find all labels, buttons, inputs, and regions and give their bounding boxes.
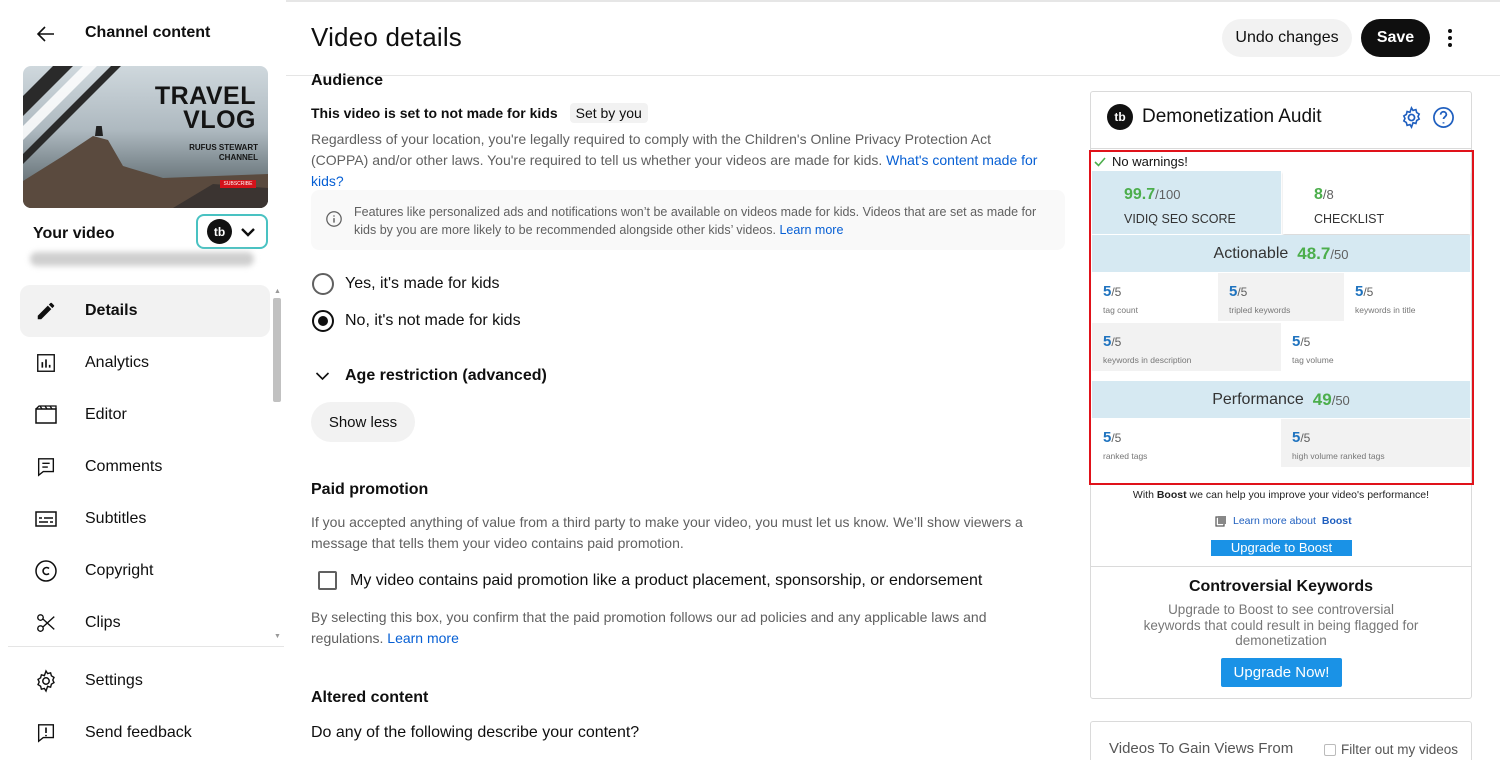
paid-promotion-checkbox-row[interactable]: My video contains paid promotion like a … bbox=[318, 571, 982, 590]
vidiq-header-divider bbox=[1091, 148, 1471, 149]
kids-status-row: This video is set to not made for kids S… bbox=[311, 103, 648, 123]
radio-button-selected[interactable] bbox=[312, 310, 334, 332]
nav-label: Comments bbox=[85, 458, 163, 475]
nav-label: Analytics bbox=[85, 354, 150, 371]
radio-made-for-kids-yes[interactable]: Yes, it's made for kids bbox=[312, 273, 500, 295]
blurred-video-title bbox=[30, 252, 254, 266]
gear-icon[interactable] bbox=[1400, 106, 1423, 129]
age-restriction-label: Age restriction (advanced) bbox=[345, 367, 547, 384]
header-divider bbox=[286, 75, 1500, 76]
boost-promo-text: With Boost we can help you improve your … bbox=[1132, 489, 1430, 501]
copyright-icon bbox=[34, 559, 58, 583]
chevron-down-icon bbox=[241, 227, 255, 237]
page-title: Video details bbox=[311, 22, 463, 52]
nav-label: Editor bbox=[85, 406, 127, 423]
scissors-icon bbox=[34, 611, 58, 635]
upgrade-to-boost-button[interactable]: Upgrade to Boost bbox=[1211, 540, 1352, 556]
save-button[interactable]: Save bbox=[1361, 19, 1430, 57]
comments-icon bbox=[34, 455, 58, 479]
nav-analytics[interactable]: Analytics bbox=[20, 337, 270, 389]
nav-send-feedback[interactable]: Send feedback bbox=[20, 707, 270, 759]
tubebuddy-logo-icon: tb bbox=[207, 219, 232, 244]
upgrade-now-button[interactable]: Upgrade Now! bbox=[1221, 658, 1342, 687]
nav-details[interactable]: Details bbox=[20, 285, 270, 337]
nav-label: Settings bbox=[85, 672, 143, 689]
radio-made-for-kids-no[interactable]: No, it's not made for kids bbox=[312, 310, 521, 332]
undo-changes-button[interactable]: Undo changes bbox=[1222, 19, 1352, 57]
scroll-down-arrow[interactable]: ▼ bbox=[274, 633, 281, 640]
sidebar: Channel content TRAVEL VLOG RUFUS STEWART… bbox=[0, 0, 286, 760]
back-row: Channel content bbox=[34, 22, 210, 46]
set-by-you-chip: Set by you bbox=[569, 103, 648, 123]
nav-label: Clips bbox=[85, 614, 121, 631]
nav-clips[interactable]: Clips bbox=[20, 597, 270, 649]
nav-settings[interactable]: Settings bbox=[20, 655, 270, 707]
help-icon[interactable] bbox=[1432, 106, 1455, 129]
chevron-down-icon bbox=[315, 372, 330, 381]
nav-label: Details bbox=[85, 302, 138, 319]
video-thumbnail[interactable]: TRAVEL VLOG RUFUS STEWART CHANNEL SUBSCRIB… bbox=[23, 66, 268, 208]
feedback-icon bbox=[34, 721, 58, 745]
show-less-button[interactable]: Show less bbox=[311, 402, 415, 442]
scroll-up-arrow[interactable]: ▲ bbox=[274, 288, 281, 295]
learn-more-boost-link[interactable]: Learn more about Boost bbox=[1215, 515, 1352, 527]
nav-label: Subtitles bbox=[85, 510, 147, 527]
vidiq-logo-icon: tb bbox=[1107, 104, 1133, 130]
pencil-icon bbox=[34, 299, 58, 323]
thumbnail-title: TRAVEL VLOG bbox=[154, 82, 256, 134]
vidiq-title: Demonetization Audit bbox=[1142, 106, 1322, 127]
coppa-text: Regardless of your location, you're lega… bbox=[311, 131, 1038, 189]
filter-my-videos-checkbox-row[interactable]: Filter out my videos bbox=[1324, 742, 1458, 757]
filter-my-videos-checkbox[interactable] bbox=[1324, 743, 1336, 756]
nav-subtitles[interactable]: Subtitles bbox=[20, 493, 270, 545]
tubebuddy-dropdown[interactable]: tb bbox=[196, 214, 268, 249]
thumbnail-creator: RUFUS STEWART CHANNEL bbox=[189, 143, 258, 162]
info-box: Features like personalized ads and notif… bbox=[311, 190, 1065, 250]
paid-promotion-checkbox[interactable] bbox=[318, 571, 337, 590]
gear-icon bbox=[34, 669, 58, 693]
nav-label: Send feedback bbox=[85, 724, 192, 741]
info-text: Features like personalized ads and notif… bbox=[354, 205, 1037, 237]
nav-editor[interactable]: Editor bbox=[20, 389, 270, 441]
channel-content-title: Channel content bbox=[85, 24, 211, 41]
nav-copyright[interactable]: Copyright bbox=[20, 545, 270, 597]
back-arrow-icon[interactable] bbox=[34, 22, 58, 46]
nav-comments[interactable]: Comments bbox=[20, 441, 270, 493]
info-learn-more-link[interactable]: Learn more bbox=[779, 223, 843, 237]
info-icon bbox=[326, 211, 342, 227]
age-restriction-toggle[interactable]: Age restriction (advanced) bbox=[314, 367, 547, 385]
audience-heading: Audience bbox=[311, 72, 384, 89]
your-video-label: Your video bbox=[33, 225, 115, 242]
thumbnail-mountain bbox=[23, 126, 268, 208]
videos-gain-views-title: Videos To Gain Views From bbox=[1109, 740, 1294, 757]
subtitles-icon bbox=[34, 507, 58, 531]
paid-promotion-learn-more-link[interactable]: Learn more bbox=[387, 630, 459, 646]
vidiq-header: tb Demonetization Audit bbox=[1107, 104, 1322, 130]
altered-content-heading: Altered content bbox=[311, 689, 429, 706]
book-icon bbox=[1215, 515, 1226, 527]
filter-my-videos-label: Filter out my videos bbox=[1341, 742, 1459, 757]
paid-promotion-text: If you accepted anything of value from a… bbox=[311, 514, 1023, 551]
sidebar-divider bbox=[8, 646, 284, 647]
editor-icon bbox=[34, 403, 58, 427]
radio-button[interactable] bbox=[312, 273, 334, 295]
sidebar-scrollbar[interactable] bbox=[273, 298, 281, 402]
paid-promotion-note: By selecting this box, you confirm that … bbox=[311, 609, 987, 646]
altered-content-question: Do any of the following describe your co… bbox=[311, 724, 640, 741]
controversial-keywords-text: Upgrade to Boost to see controversial ke… bbox=[1143, 602, 1419, 648]
nav-label: Copyright bbox=[85, 562, 154, 579]
radio-label: No, it's not made for kids bbox=[345, 312, 521, 329]
vidiq-section-divider bbox=[1091, 566, 1471, 567]
radio-label: Yes, it's made for kids bbox=[345, 275, 500, 292]
controversial-keywords-title: Controversial Keywords bbox=[1188, 578, 1374, 595]
thumbnail-subscribe: SUBSCRIBE bbox=[220, 180, 256, 188]
highlight-box bbox=[1089, 150, 1474, 485]
more-options-icon[interactable] bbox=[1440, 26, 1460, 50]
analytics-icon bbox=[34, 351, 58, 375]
paid-promotion-heading: Paid promotion bbox=[311, 481, 429, 498]
kids-status-text: This video is set to not made for kids bbox=[311, 105, 558, 121]
paid-promotion-checkbox-label: My video contains paid promotion like a … bbox=[350, 571, 983, 589]
